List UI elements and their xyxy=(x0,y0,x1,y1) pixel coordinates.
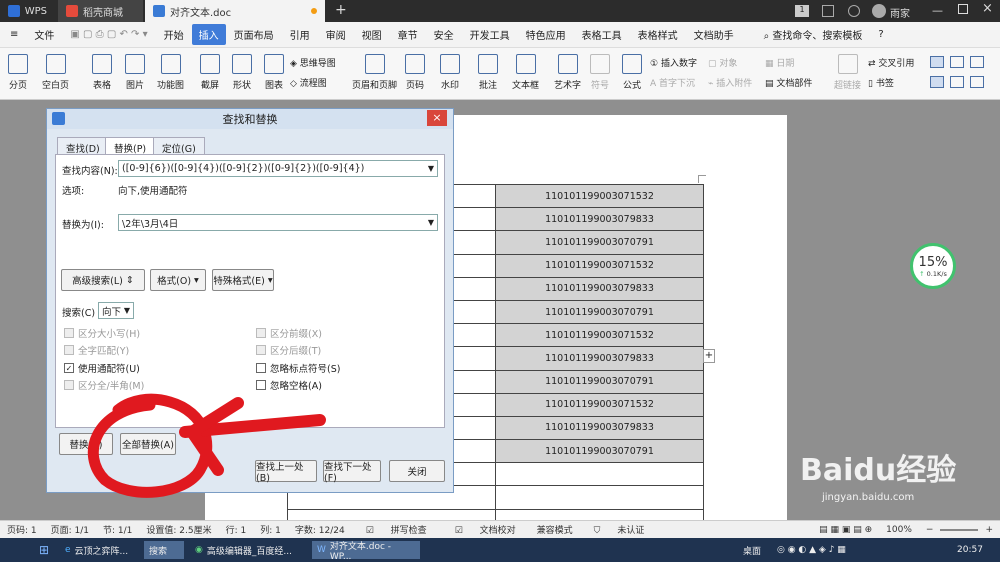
status-setting[interactable]: 设置值: 2.5厘米 xyxy=(139,523,218,536)
windows-logo-icon: ⊞ xyxy=(39,543,50,557)
red-circle-mark xyxy=(87,393,213,498)
windows-taskbar: ⊞ e 云顶之弈阵... 搜索 ◉ 高级编辑器_百度经... W 对齐文本.doc -… xyxy=(0,538,1000,562)
spell-check-icon: ☑ xyxy=(365,526,374,536)
spell-check-button[interactable]: ☑ 拼写检查 xyxy=(352,523,441,536)
zoom-slider[interactable] xyxy=(940,528,979,531)
taskbar-item-ie[interactable]: e 云顶之弈阵... xyxy=(60,541,140,559)
zoom-out-icon[interactable]: − xyxy=(919,525,941,535)
compat-mode: 兼容模式 xyxy=(536,526,573,536)
view-mode-icons[interactable]: ▤ ▦ ▣ ▤ ⊕ xyxy=(812,525,879,535)
status-section[interactable]: 节: 1/1 xyxy=(96,523,139,536)
baidu-watermark-url: jingyan.baidu.com xyxy=(822,492,915,503)
show-desktop[interactable]: 桌面 xyxy=(738,541,766,559)
status-column[interactable]: 列: 1 xyxy=(253,523,288,536)
taskbar-item-wps[interactable]: W 对齐文本.doc - WP... xyxy=(312,541,420,562)
certification-status[interactable]: ⛉ 未认证 xyxy=(580,523,659,536)
baidu-watermark-logo: Baidu经验 xyxy=(800,453,957,488)
status-wordcount[interactable]: 字数: 12/24 xyxy=(288,523,352,536)
status-bar: 页码: 1 页面: 1/1 节: 1/1 设置值: 2.5厘米 行: 1 列: … xyxy=(0,520,1000,538)
status-page[interactable]: 页码: 1 xyxy=(0,523,44,536)
status-pages[interactable]: 页面: 1/1 xyxy=(44,523,96,536)
wps-writer-icon: W xyxy=(317,545,326,555)
zoom-level[interactable]: 100% xyxy=(879,525,919,535)
proofread-button[interactable]: ☑ 文档校对 xyxy=(441,523,530,536)
tray-icons[interactable]: ◎ ◉ ◐ ▲ ◈ ♪ ▦ xyxy=(772,541,851,559)
ie-icon: e xyxy=(65,545,71,555)
proofread-icon: ☑ xyxy=(454,526,463,536)
taskbar-search[interactable]: 搜索 xyxy=(144,541,184,559)
browser-icon: ◉ xyxy=(195,545,203,555)
clock[interactable]: 20:57 xyxy=(952,541,988,559)
taskbar-item-browser[interactable]: ◉ 高级编辑器_百度经... xyxy=(190,541,308,559)
start-button[interactable]: ⊞ xyxy=(34,541,54,559)
status-row[interactable]: 行: 1 xyxy=(219,523,254,536)
zoom-in-icon[interactable]: + xyxy=(978,525,1000,535)
shield-icon: ⛉ xyxy=(593,526,601,536)
